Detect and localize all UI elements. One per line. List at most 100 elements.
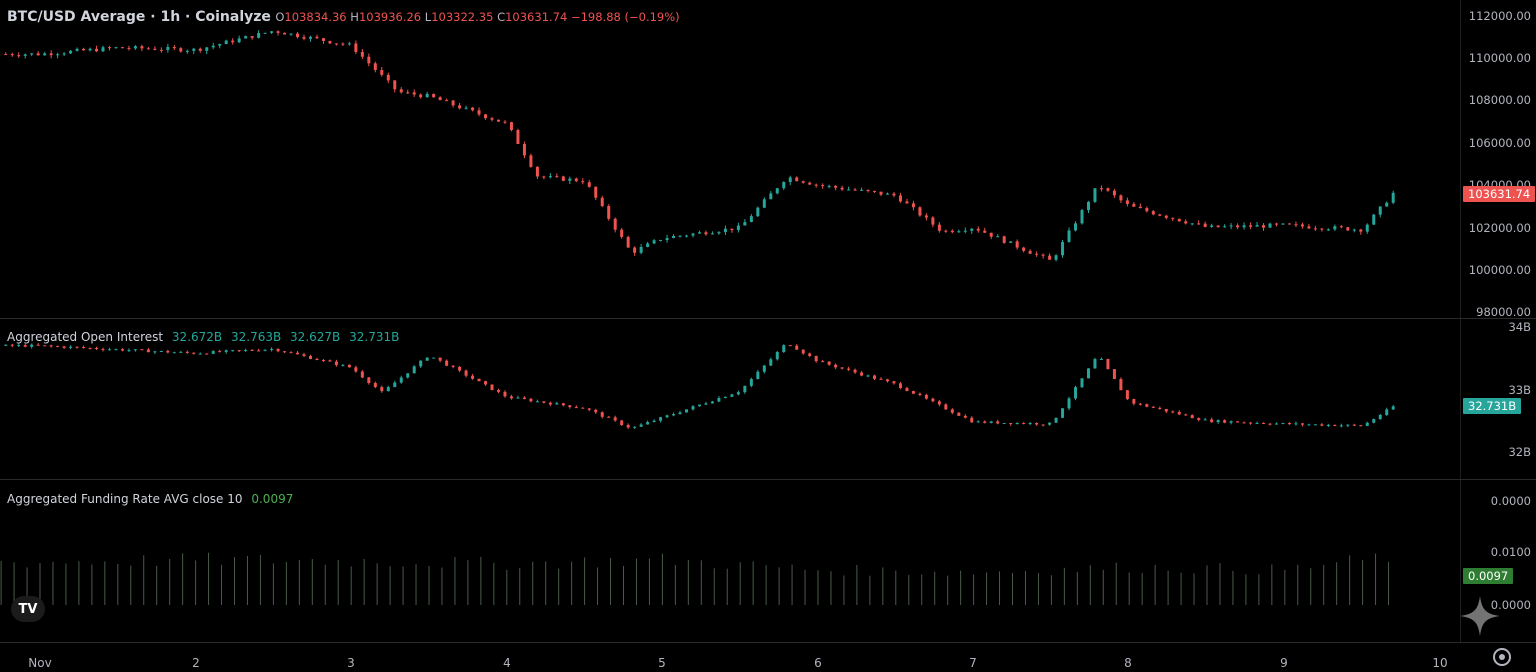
candle-body (75, 48, 79, 51)
candle-body (743, 385, 747, 393)
candle-body (438, 357, 442, 361)
candle-body (892, 381, 896, 384)
candle-body (1061, 241, 1065, 256)
candle-body (1333, 226, 1337, 230)
candle-body (1346, 424, 1350, 426)
candle-body (367, 377, 371, 383)
candle-body (574, 178, 578, 182)
candle-body (600, 412, 604, 417)
candle-body (1125, 390, 1129, 400)
candle-body (1028, 423, 1032, 425)
funding-last-tag: 0.0097 (1463, 568, 1514, 584)
candle-body (1041, 424, 1045, 426)
candle-body (840, 187, 844, 190)
candle-body (218, 44, 222, 46)
candle-body (665, 415, 669, 418)
candle-body (1249, 422, 1253, 424)
chart-canvas[interactable] (0, 0, 1460, 642)
candle-body (237, 38, 241, 43)
candle-body (795, 177, 799, 182)
candle-body (88, 347, 92, 349)
price-axis[interactable]: 112000.00 110000.00 108000.00 106000.00 … (1460, 0, 1536, 319)
candle-body (198, 48, 202, 51)
candle-body (464, 370, 468, 376)
candle-body (937, 224, 941, 231)
candle-body (1086, 201, 1090, 211)
candle-body (373, 63, 377, 71)
candle-body (697, 404, 701, 407)
candle-body (120, 47, 124, 49)
candle-body (334, 361, 338, 366)
time-tick: 5 (658, 656, 666, 670)
candle-body (315, 358, 319, 360)
gear-icon[interactable] (1493, 648, 1511, 666)
candle-body (185, 50, 189, 52)
candle-body (762, 199, 766, 208)
candle-body (652, 420, 656, 422)
candle-body (308, 36, 312, 39)
candle-body (1275, 223, 1279, 225)
candle-body (1385, 202, 1389, 207)
candle-body (924, 394, 928, 399)
candle-body (827, 185, 831, 187)
candle-body (516, 129, 520, 144)
candle-body (1158, 214, 1162, 216)
candle-body (296, 352, 300, 355)
candle-body (82, 48, 86, 51)
candle-body (743, 222, 747, 226)
candle-body (1197, 418, 1201, 420)
candle-body (263, 349, 267, 351)
candle-body (36, 53, 40, 56)
candle-body (1061, 408, 1065, 418)
candle-body (821, 185, 825, 187)
candle-body (710, 401, 714, 404)
candle-body (594, 409, 598, 413)
tradingview-logo[interactable]: TV (11, 596, 45, 622)
candle-body (302, 354, 306, 356)
candle-body (1106, 359, 1110, 370)
candle-body (1112, 190, 1116, 196)
candle-body (257, 32, 261, 38)
candle-body (159, 49, 163, 51)
candle-body (419, 360, 423, 367)
candle-body (509, 396, 513, 399)
candle-body (283, 32, 287, 35)
candle-body (756, 207, 760, 217)
candle-body (484, 114, 488, 119)
candle-body (69, 346, 73, 348)
candle-body (613, 417, 617, 421)
candle-body (931, 398, 935, 402)
candle-body (568, 178, 572, 181)
candle-body (419, 94, 423, 98)
candle-body (1022, 423, 1026, 425)
candle-body (1138, 206, 1142, 209)
candle-body (911, 203, 915, 208)
time-tick: 2 (192, 656, 200, 670)
candle-body (529, 398, 533, 402)
candle-body (250, 349, 254, 351)
candle-body (23, 54, 27, 56)
candle-body (1229, 225, 1233, 227)
candle-body (1048, 255, 1052, 260)
candle-body (438, 97, 442, 101)
candle-body (1035, 423, 1039, 425)
candle-body (522, 143, 526, 156)
time-tick: Nov (28, 656, 52, 670)
candle-body (1307, 226, 1311, 229)
candle-body (957, 231, 961, 233)
candle-body (1002, 423, 1006, 425)
candle-body (1216, 420, 1220, 423)
candle-body (1184, 221, 1188, 224)
candle-body (685, 235, 689, 237)
candle-body (412, 366, 416, 374)
candle-body (1177, 218, 1181, 222)
candle-body (133, 349, 137, 351)
candle-body (4, 54, 8, 56)
candle-body (587, 408, 591, 410)
candle-body (1281, 223, 1285, 225)
candle-body (775, 352, 779, 360)
candle-body (769, 193, 773, 200)
candle-body (944, 404, 948, 410)
candle-body (445, 100, 449, 102)
candle-body (950, 230, 954, 233)
